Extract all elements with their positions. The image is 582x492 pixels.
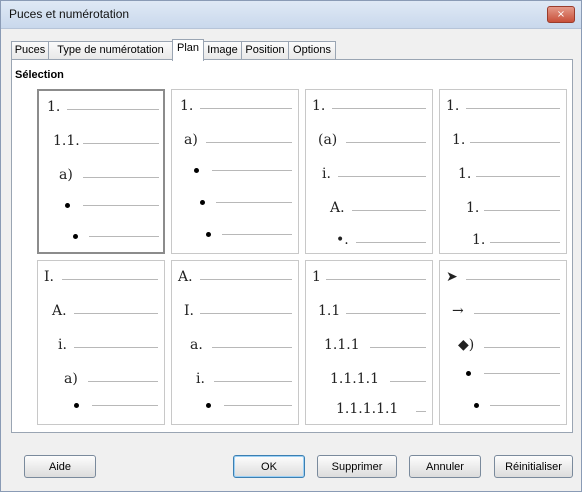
level-label: I. bbox=[184, 303, 194, 319]
cancel-button[interactable]: Annuler bbox=[409, 455, 481, 478]
dialog-window: Puces et numérotation × Puces Type de nu… bbox=[0, 0, 582, 492]
preset-cell[interactable]: 1. (a) i. A. •. bbox=[305, 89, 433, 254]
reset-button[interactable]: Réinitialiser bbox=[494, 455, 573, 478]
tab-puces[interactable]: Puces bbox=[11, 41, 49, 59]
level-label: ◆) bbox=[458, 337, 475, 353]
level-label: A. bbox=[52, 303, 67, 319]
level-label: i. bbox=[322, 166, 331, 182]
tab-image[interactable]: Image bbox=[203, 41, 242, 59]
level-label: 1. bbox=[452, 132, 466, 148]
level-label: a) bbox=[64, 371, 78, 387]
level-label: a) bbox=[184, 132, 198, 148]
level-label: 1. bbox=[312, 98, 326, 114]
bullet-icon bbox=[74, 403, 79, 408]
level-label: 1.1.1.1 bbox=[330, 371, 379, 387]
bullet-icon bbox=[206, 403, 211, 408]
selection-label: Sélection bbox=[15, 69, 64, 81]
bullet-icon bbox=[65, 203, 70, 208]
bullet-icon bbox=[206, 232, 211, 237]
bullet-icon bbox=[200, 200, 205, 205]
ok-button[interactable]: OK bbox=[233, 455, 305, 478]
preset-cell[interactable]: 1. a) bbox=[171, 89, 299, 254]
preset-cell[interactable]: 1 1.1 1.1.1 1.1.1.1 1.1.1.1.1 bbox=[305, 260, 433, 425]
preset-cell[interactable]: ➤ → ◆) bbox=[439, 260, 567, 425]
level-label: I. bbox=[44, 269, 54, 285]
tab-type-numerotation[interactable]: Type de numérotation bbox=[48, 41, 173, 59]
level-label: a. bbox=[190, 337, 203, 353]
bullet-icon bbox=[194, 168, 199, 173]
preset-cell[interactable]: A. I. a. i. bbox=[171, 260, 299, 425]
level-label: i. bbox=[58, 337, 67, 353]
level-label: 1. bbox=[472, 232, 486, 248]
dialog-title: Puces et numérotation bbox=[9, 7, 130, 21]
level-label: 1.1 bbox=[318, 303, 341, 319]
tab-options[interactable]: Options bbox=[288, 41, 336, 59]
level-label: 1 bbox=[312, 269, 321, 285]
level-label: •. bbox=[336, 232, 349, 248]
preset-cell[interactable]: 1. 1. 1. 1. 1. bbox=[439, 89, 567, 254]
level-label: 1. bbox=[458, 166, 472, 182]
level-label: 1. bbox=[180, 98, 194, 114]
level-label: i. bbox=[196, 371, 205, 387]
level-label: ➤ bbox=[446, 269, 458, 285]
level-label: 1.1.1 bbox=[324, 337, 360, 353]
delete-button[interactable]: Supprimer bbox=[317, 455, 397, 478]
level-label: A. bbox=[178, 269, 193, 285]
tab-position[interactable]: Position bbox=[241, 41, 289, 59]
preset-cell[interactable]: I. A. i. a) bbox=[37, 260, 165, 425]
level-label: 1. bbox=[446, 98, 460, 114]
bullet-icon bbox=[474, 403, 479, 408]
close-icon: × bbox=[556, 9, 566, 20]
preset-cell[interactable]: 1. 1.1. a) bbox=[37, 89, 165, 254]
level-label: a) bbox=[59, 167, 73, 183]
level-label: (a) bbox=[318, 132, 338, 148]
help-button[interactable]: Aide bbox=[24, 455, 96, 478]
title-bar: Puces et numérotation × bbox=[1, 1, 581, 29]
level-label: A. bbox=[330, 200, 345, 216]
level-label: 1.1.1.1.1 bbox=[336, 401, 399, 417]
tab-plan[interactable]: Plan bbox=[172, 39, 204, 61]
bullet-icon bbox=[466, 371, 471, 376]
level-label: 1. bbox=[47, 99, 61, 115]
level-label: 1. bbox=[466, 200, 480, 216]
level-label: → bbox=[452, 303, 464, 319]
bullet-icon bbox=[73, 234, 78, 239]
close-button[interactable]: × bbox=[547, 6, 575, 23]
level-label: 1.1. bbox=[53, 133, 80, 149]
